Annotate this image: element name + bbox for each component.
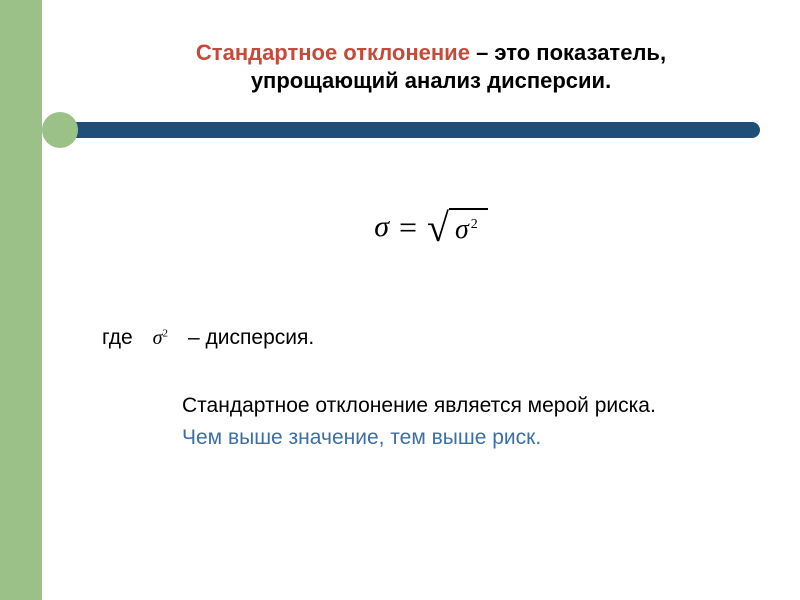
body-line1: Стандартное отклонение является мерой ри… — [182, 390, 760, 422]
sqrt-icon: √ — [427, 212, 449, 244]
where-exponent: 2 — [163, 327, 169, 339]
slide-content: Стандартное отклонение – это показатель,… — [42, 0, 800, 493]
divider-line — [66, 122, 760, 138]
formula-equals: = — [399, 209, 417, 246]
divider-circle-icon — [42, 112, 78, 148]
formula-sqrt-inner: σ — [455, 214, 469, 245]
main-formula: σ = √ σ2 — [102, 208, 760, 246]
where-label: где — [102, 326, 133, 350]
divider — [42, 112, 760, 148]
title-highlighted: Стандартное отклонение — [196, 40, 470, 65]
title-line2: упрощающий анализ дисперсии. — [102, 68, 760, 94]
slide-title: Стандартное отклонение – это показатель,… — [102, 40, 760, 94]
left-accent-band — [0, 0, 42, 600]
title-rest: – это показатель, — [470, 40, 666, 65]
where-symbol: σ — [153, 327, 163, 349]
body-line2: Чем выше значение, тем выше риск. — [182, 422, 760, 454]
formula-lhs: σ — [374, 210, 389, 244]
where-definition-text: – дисперсия. — [188, 326, 314, 350]
where-definition: где σ2 – дисперсия. — [102, 326, 760, 350]
formula-exponent: 2 — [471, 217, 478, 232]
body-text: Стандартное отклонение является мерой ри… — [182, 390, 760, 453]
formula-sqrt: √ σ2 — [427, 208, 488, 246]
